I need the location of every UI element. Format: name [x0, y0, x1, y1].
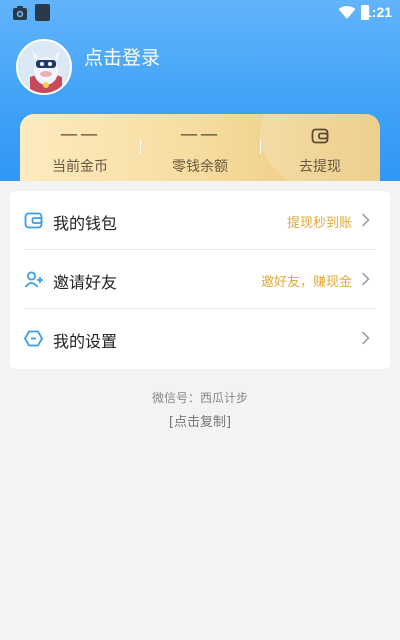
- menu-card: 我的钱包 提现秒到账 邀请好友 邀好友，赚现金 我的设置: [10, 191, 390, 369]
- menu-item-label: 我的钱包: [53, 214, 118, 233]
- mascot-icon: [18, 41, 70, 93]
- avatar[interactable]: [16, 39, 72, 95]
- status-time: 1:21: [364, 4, 393, 20]
- copy-link[interactable]: [点击复制]: [0, 411, 400, 430]
- wallet-icon: [24, 212, 43, 229]
- menu-item-hint: 邀好友，赚现金: [260, 275, 352, 290]
- withdraw-button[interactable]: 去提现: [260, 114, 380, 181]
- balance-label: 零钱余额: [172, 159, 228, 175]
- camera-icon: [13, 6, 27, 20]
- menu-item-label: 我的设置: [53, 332, 118, 351]
- wallet-icon: [311, 128, 329, 144]
- login-link[interactable]: 点击登录: [84, 43, 160, 70]
- status-bar: 1:21: [0, 0, 400, 26]
- chevron-right-icon: [361, 213, 370, 227]
- current-coins-label: 当前金币: [52, 159, 108, 175]
- current-coins-stat[interactable]: —— 当前金币: [20, 114, 140, 181]
- settings-icon: [24, 330, 43, 347]
- balance-value: ——: [180, 124, 220, 145]
- chevron-right-icon: [361, 272, 370, 286]
- add-user-icon: [24, 271, 43, 288]
- menu-item-wallet[interactable]: 我的钱包 提现秒到账: [10, 191, 390, 250]
- balance-stat[interactable]: —— 零钱余额: [140, 114, 260, 181]
- wifi-icon: [338, 6, 356, 19]
- header: 1:21 点击登录 —— 当前金币 —— 零钱余额 去提现: [0, 0, 400, 181]
- menu-item-label: 邀请好友: [53, 273, 118, 292]
- stats-card: —— 当前金币 —— 零钱余额 去提现: [20, 114, 380, 181]
- chevron-right-icon: [361, 331, 370, 345]
- notification-icon: [35, 4, 50, 21]
- menu-item-invite[interactable]: 邀请好友 邀好友，赚现金: [10, 250, 390, 309]
- current-coins-value: ——: [60, 124, 100, 145]
- menu-item-hint: 提现秒到账: [286, 216, 352, 231]
- wechat-id-text: 微信号：西瓜计步: [151, 391, 248, 405]
- menu-item-settings[interactable]: 我的设置: [10, 309, 390, 368]
- withdraw-label: 去提现: [299, 159, 341, 175]
